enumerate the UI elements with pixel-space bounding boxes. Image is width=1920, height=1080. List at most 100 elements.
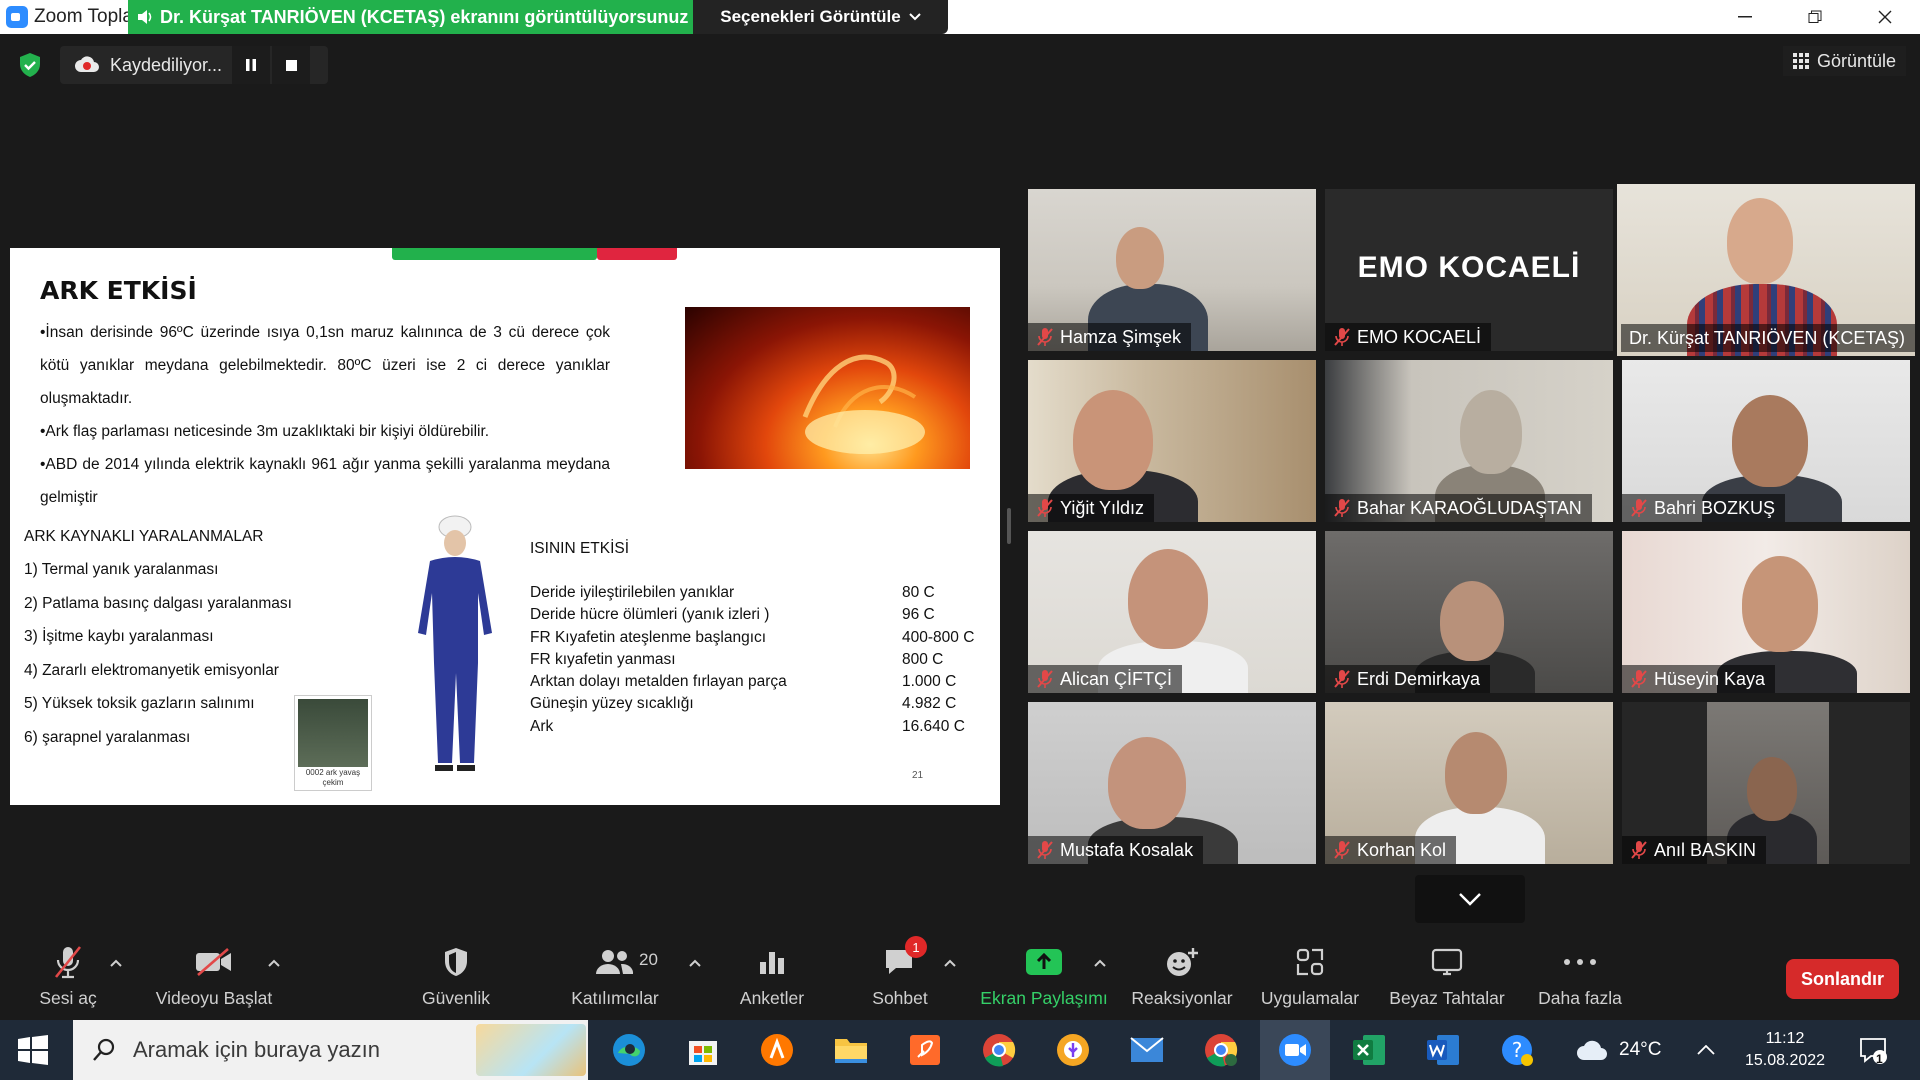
video-preview-image (298, 699, 368, 767)
edge-icon (613, 1034, 645, 1066)
participant-tile[interactable]: Korhan Kol (1325, 702, 1613, 864)
participant-tile[interactable]: Erdi Demirkaya (1325, 531, 1613, 693)
edge-browser-taskbar-icon[interactable] (594, 1020, 664, 1080)
participant-tile[interactable]: Alican ÇİFTÇİ (1028, 531, 1316, 693)
chrome-profile-taskbar-icon[interactable] (1186, 1020, 1256, 1080)
injuries-heading: ARK KAYNAKLI YARALANMALAR (24, 528, 264, 545)
video-caption: 0002 ark yavaş çekim (305, 768, 361, 787)
participant-tile[interactable]: Anıl BASKIN (1622, 702, 1910, 864)
chevron-up-icon (110, 959, 122, 967)
screen-share-banner: Dr. Kürşat TANRIÖVEN (KCETAŞ) ekranını g… (128, 0, 693, 34)
notification-icon (1860, 1038, 1887, 1064)
participant-tile[interactable]: Hüseyin Kaya (1622, 531, 1910, 693)
taskbar-search-box[interactable]: Aramak için buraya yazın (73, 1020, 588, 1080)
chevron-up-icon (268, 959, 280, 967)
more-button[interactable]: Daha fazla (1536, 940, 1624, 1020)
help-icon: ? (1502, 1035, 1533, 1066)
apps-button[interactable]: Uygulamalar (1258, 940, 1362, 1020)
microsoft-store-taskbar-icon[interactable] (668, 1020, 738, 1080)
person-head (1747, 757, 1797, 821)
embedded-video-thumbnail[interactable]: 0002 ark yavaş çekim (294, 695, 372, 791)
participant-tile[interactable]: Hamza Şimşek (1028, 189, 1316, 351)
muted-mic-icon (1037, 670, 1053, 688)
brave-taskbar-icon[interactable] (1038, 1020, 1108, 1080)
audio-options-caret[interactable] (110, 954, 122, 970)
panel-splitter-handle[interactable] (1007, 508, 1011, 544)
chrome-icon (1205, 1034, 1238, 1067)
active-speaker-tile[interactable]: Dr. Kürşat TANRIÖVEN (KCETAŞ) (1617, 184, 1915, 356)
notification-center-button[interactable]: 1 (1858, 1020, 1888, 1080)
participant-name-label: Yiğit Yıldız (1028, 494, 1155, 522)
word-taskbar-icon[interactable] (1408, 1020, 1478, 1080)
video-options-caret[interactable] (268, 954, 280, 970)
system-clock[interactable]: 11:12 15.08.2022 (1735, 1028, 1835, 1072)
mail-taskbar-icon[interactable] (1112, 1020, 1182, 1080)
participant-name-label: Korhan Kol (1325, 836, 1457, 864)
person-head (1116, 227, 1164, 289)
minimize-button[interactable] (1710, 0, 1780, 34)
weather-widget[interactable]: 24°C (1575, 1020, 1661, 1080)
windows-start-icon[interactable] (16, 1034, 50, 1066)
muted-mic-icon (1631, 841, 1647, 859)
chat-button[interactable]: 1 Sohbet (868, 936, 932, 1020)
participant-tile[interactable]: Yiğit Yıldız (1028, 360, 1316, 522)
excel-taskbar-icon[interactable] (1334, 1020, 1404, 1080)
whiteboards-button[interactable]: Beyaz Tahtalar (1388, 940, 1506, 1020)
view-layout-button[interactable]: Görüntüle (1782, 46, 1906, 76)
security-button[interactable]: Güvenlik (416, 940, 496, 1020)
pause-recording-button[interactable] (232, 46, 270, 84)
shield-icon (445, 948, 467, 976)
grid-icon (1792, 53, 1809, 69)
gallery-next-page-button[interactable] (1415, 875, 1525, 923)
search-placeholder: Aramak için buraya yazın (133, 1037, 380, 1062)
view-options-button[interactable]: Seçenekleri Görüntüle (693, 0, 948, 34)
help-taskbar-icon[interactable]: ? (1482, 1020, 1552, 1080)
tray-overflow-button[interactable] (1697, 1020, 1715, 1080)
participant-tile[interactable]: Bahri BOZKUŞ (1622, 360, 1910, 522)
participants-button[interactable]: 20 Katılımcılar (568, 940, 662, 1020)
participants-icon (596, 950, 634, 974)
participant-tile[interactable]: Bahar KARAOĞLUDAŞTAN (1325, 360, 1613, 522)
table-row: Arktan dolayı metalden fırlayan parça 1.0… (530, 673, 957, 691)
person-head (1460, 390, 1522, 474)
muted-mic-icon (1631, 670, 1647, 688)
reactions-button[interactable]: Reaksiyonlar (1130, 940, 1234, 1020)
close-button[interactable] (1850, 0, 1920, 34)
chrome-taskbar-icon[interactable] (964, 1020, 1034, 1080)
rocket-app-icon (910, 1035, 940, 1065)
share-screen-button[interactable]: Ekran Paylaşımı (980, 940, 1108, 1020)
chevron-up-icon (944, 959, 956, 967)
slide-bullet: •Ark flaş parlaması neticesinde 3m uzakl… (40, 423, 490, 440)
recording-label: Kaydediliyor... (110, 54, 223, 75)
chat-options-caret[interactable] (944, 954, 956, 970)
stop-recording-button[interactable] (272, 46, 310, 84)
encryption-shield-icon[interactable] (18, 52, 42, 78)
avast-taskbar-icon[interactable] (742, 1020, 812, 1080)
polls-button[interactable]: Anketler (734, 940, 810, 1020)
end-meeting-button[interactable]: Sonlandır (1786, 959, 1899, 999)
svg-text:?: ? (1512, 1038, 1523, 1062)
participant-count: 20 (639, 950, 658, 969)
zoom-taskbar-icon[interactable] (1260, 1020, 1330, 1080)
folder-icon (835, 1039, 867, 1063)
share-options-caret[interactable] (1094, 954, 1106, 970)
cloud-icon (1577, 1040, 1607, 1060)
pause-icon (246, 59, 256, 71)
muted-mic-icon (1334, 670, 1350, 688)
person-head (1727, 198, 1793, 284)
presenter-stop-share (597, 248, 677, 260)
participant-tile[interactable]: Mustafa Kosalak (1028, 702, 1316, 864)
chevron-up-icon (1094, 959, 1106, 967)
chevron-down-icon (1459, 892, 1481, 906)
weather-temperature: 24°C (1619, 1039, 1662, 1060)
unmute-button[interactable]: Sesi aç (39, 940, 97, 1020)
muted-mic-icon (1037, 499, 1053, 517)
file-explorer-taskbar-icon[interactable] (816, 1020, 886, 1080)
participants-options-caret[interactable] (689, 954, 701, 970)
table-row: FR kıyafetin yanması 800 C (530, 650, 944, 668)
restore-button[interactable] (1780, 0, 1850, 34)
title-bar: Zoom Topla Dr. Kürşat TANRIÖVEN (KCETAŞ)… (0, 0, 1920, 34)
start-video-button[interactable]: Videoyu Başlat (150, 940, 278, 1020)
participant-tile[interactable]: EMO KOCAELİ EMO KOCAELİ (1325, 189, 1613, 351)
ppt-addon-taskbar-icon[interactable] (890, 1020, 960, 1080)
